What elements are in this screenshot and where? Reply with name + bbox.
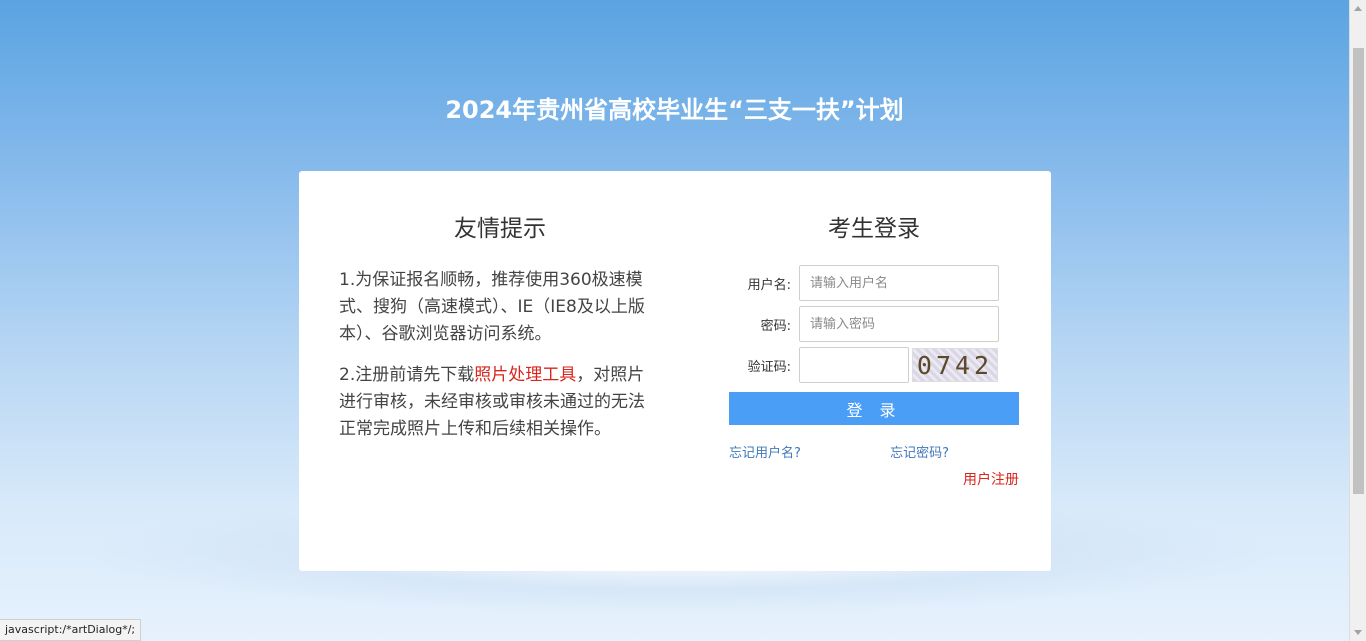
captcha-label: 验证码: xyxy=(747,359,791,375)
status-bar: javascript:/*artDialog*/; xyxy=(0,619,142,641)
tips-item-1: 1.为保证报名顺畅，推荐使用360极速模式、搜狗（高速模式）、IE（IE8及以上… xyxy=(339,270,645,344)
forgot-password-link[interactable]: 忘记密码? xyxy=(890,442,949,461)
scroll-thumb[interactable] xyxy=(1353,48,1364,494)
forgot-username-link[interactable]: 忘记用户名? xyxy=(729,442,801,461)
login-title: 考生登录 xyxy=(828,216,920,242)
scroll-down-icon[interactable] xyxy=(1354,630,1362,635)
captcha-image[interactable]: 0742 xyxy=(912,348,998,382)
password-row: 密码: xyxy=(729,306,1019,342)
photo-tool-link[interactable]: 照片处理工具 xyxy=(474,365,576,385)
tips-item-2: 2.注册前请先下载照片处理工具，对照片进行审核，未经审核或审核未通过的无法正常完… xyxy=(339,362,661,443)
forgot-links: 忘记用户名? 忘记密码? xyxy=(729,442,1019,461)
username-label: 用户名: xyxy=(747,277,791,293)
username-row: 用户名: xyxy=(729,265,1019,301)
main-card: 友情提示 1.为保证报名顺畅，推荐使用360极速模式、搜狗（高速模式）、IE（I… xyxy=(299,171,1051,571)
captcha-input[interactable] xyxy=(799,347,909,383)
scroll-up-icon[interactable] xyxy=(1354,6,1362,11)
vertical-scrollbar[interactable] xyxy=(1349,0,1366,641)
username-input[interactable] xyxy=(799,265,999,301)
tips-title: 友情提示 xyxy=(454,216,546,242)
page-title: 2024年贵州省高校毕业生“三支一扶”计划 xyxy=(445,96,904,124)
tips-panel: 友情提示 1.为保证报名顺畅，推荐使用360极速模式、搜狗（高速模式）、IE（I… xyxy=(339,209,661,457)
tips-item-2-prefix: 2.注册前请先下载 xyxy=(339,365,475,385)
login-button[interactable]: 登 录 xyxy=(729,392,1019,425)
login-panel: 考生登录 用户名: 密码: 验证码: 0742 登 录 忘记用户名? 忘记密码?… xyxy=(729,209,1019,489)
register-link[interactable]: 用户注册 xyxy=(729,469,1019,489)
password-label: 密码: xyxy=(760,318,791,334)
password-input[interactable] xyxy=(799,306,999,342)
captcha-row: 验证码: 0742 xyxy=(729,347,1019,383)
